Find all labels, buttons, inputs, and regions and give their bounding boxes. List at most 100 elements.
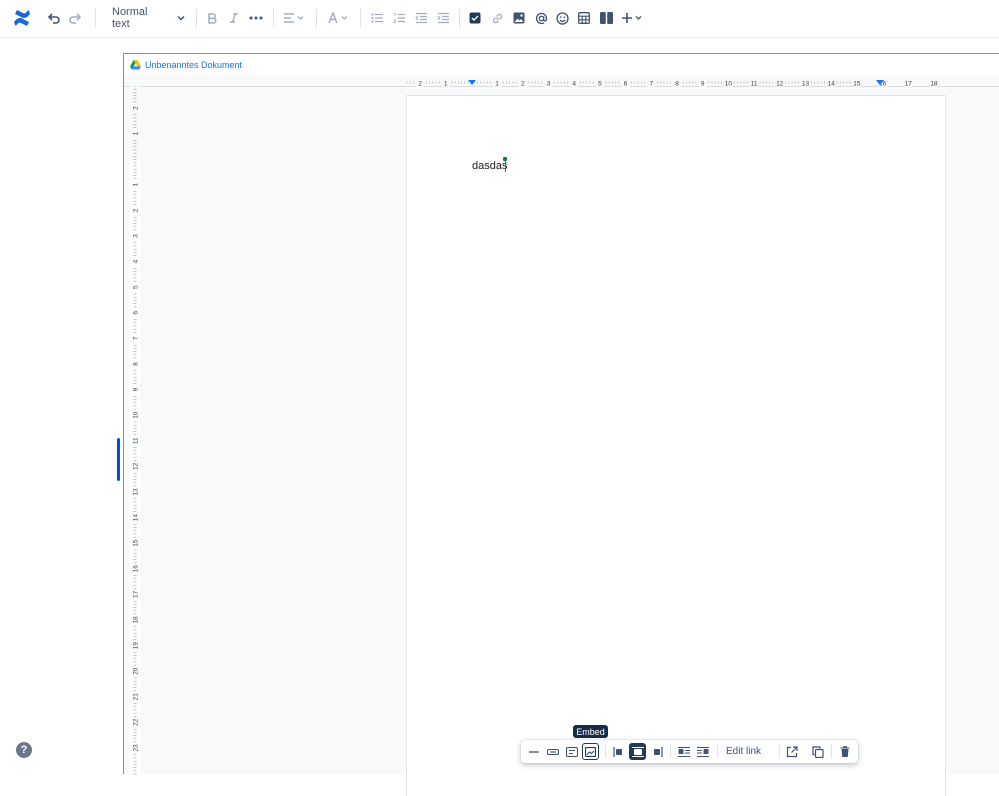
ruler-label: 7	[649, 81, 653, 88]
ruler-label: 8	[133, 362, 140, 366]
emoji-icon[interactable]	[554, 6, 570, 30]
link-icon[interactable]	[489, 6, 505, 30]
text-cursor	[505, 159, 506, 172]
italic-icon[interactable]	[226, 6, 242, 30]
ruler-label: 23	[133, 744, 140, 752]
document-body-text[interactable]: dasdas	[472, 160, 507, 172]
delete-icon[interactable]	[836, 743, 853, 760]
display-inline-icon[interactable]	[544, 743, 561, 760]
outdent-icon[interactable]	[413, 6, 429, 30]
ruler-label: 2	[133, 208, 140, 212]
ruler-label: 10	[725, 81, 733, 88]
toolbar-divider	[779, 745, 780, 758]
toolbar-divider	[670, 745, 671, 758]
editor-toolbar: Normal text	[0, 0, 999, 38]
ruler-label: 13	[133, 488, 140, 496]
chevron-down-icon	[177, 15, 185, 21]
ruler-label: 6	[133, 311, 140, 315]
horizontal-ruler-scale: 2 1 1 2 3 4 5 6 7 8 9 10 11 12 13 14 15 16 17 18	[406, 78, 938, 88]
ruler-label: 14	[828, 81, 836, 88]
align-icon[interactable]	[282, 6, 306, 30]
text-color-icon[interactable]	[326, 6, 350, 30]
ruler-label: 1	[133, 183, 140, 187]
table-icon[interactable]	[576, 6, 592, 30]
ruler-label: 9	[701, 81, 705, 88]
google-doc-embed[interactable]: Unbenanntes Dokument 2 1 1 2 3 4 5 6 7 8 9 10 11 12 13…	[123, 53, 999, 796]
confluence-logo-icon[interactable]	[11, 5, 33, 31]
ruler-label: 2	[418, 81, 422, 88]
toolbar-divider	[459, 9, 460, 27]
ruler-label: 11	[133, 437, 140, 444]
image-icon[interactable]	[511, 6, 527, 30]
ruler-label: 4	[572, 81, 576, 88]
bold-icon[interactable]	[204, 6, 220, 30]
ruler-label: 1	[444, 81, 448, 88]
ruler-label: 17	[133, 590, 140, 598]
ruler-label: 14	[133, 514, 140, 522]
document-page[interactable]: dasdas	[407, 96, 945, 796]
ruler-label: 5	[133, 285, 140, 289]
display-embed-icon[interactable]	[582, 743, 599, 760]
ruler-label: 12	[133, 462, 140, 470]
indent-icon[interactable]	[435, 6, 451, 30]
ruler-label: 2	[133, 106, 140, 110]
ruler-label: 21	[133, 693, 140, 701]
ruler-label: 12	[776, 81, 784, 88]
toolbar-divider	[831, 745, 832, 758]
copy-icon[interactable]	[809, 743, 826, 760]
ruler-label: 3	[133, 234, 140, 238]
ruler-label: 1	[495, 81, 499, 88]
align-center-icon[interactable]	[629, 743, 646, 760]
numbered-list-icon[interactable]	[391, 6, 407, 30]
ruler-label: 2	[521, 81, 525, 88]
doc-title-link[interactable]: Unbenanntes Dokument	[145, 60, 242, 70]
ruler-label: 6	[624, 81, 628, 88]
ruler-label: 5	[598, 81, 602, 88]
action-item-icon[interactable]	[467, 6, 483, 30]
selection-indicator	[117, 438, 120, 481]
embed-floating-toolbar: Edit link	[521, 740, 858, 763]
bullet-list-icon[interactable]	[369, 6, 385, 30]
ruler-label: 1	[133, 131, 140, 135]
toolbar-divider	[717, 745, 718, 758]
ruler-label: 4	[133, 259, 140, 263]
vertical-ruler-scale: 211234567891011121314151617181920212223	[130, 85, 140, 796]
ruler-label: 16	[133, 565, 140, 573]
text-style-label: Normal text	[112, 6, 148, 30]
more-formatting-icon[interactable]	[247, 6, 265, 30]
display-card-icon[interactable]	[563, 743, 580, 760]
open-in-new-window-icon[interactable]	[783, 743, 800, 760]
toolbar-divider	[196, 9, 197, 27]
ruler-label: 8	[675, 81, 679, 88]
ruler-label: 13	[802, 81, 810, 88]
ruler-label: 17	[905, 81, 913, 88]
toolbar-divider	[605, 745, 606, 758]
align-left-icon[interactable]	[610, 743, 627, 760]
insert-more-icon[interactable]	[621, 6, 645, 30]
undo-icon[interactable]	[46, 6, 62, 30]
wrap-left-icon[interactable]	[675, 743, 692, 760]
toolbar-divider	[95, 9, 96, 27]
embed-header: Unbenanntes Dokument	[124, 54, 999, 75]
display-url-icon[interactable]	[525, 743, 542, 760]
help-button[interactable]: ?	[16, 742, 32, 758]
google-drive-icon	[130, 59, 141, 69]
ruler-label: 22	[133, 718, 140, 726]
wrap-right-icon[interactable]	[694, 743, 711, 760]
align-right-icon[interactable]	[648, 743, 665, 760]
text-style-dropdown[interactable]: Normal text	[104, 6, 186, 30]
toolbar-divider	[316, 9, 317, 27]
ruler-label: 20	[133, 667, 140, 675]
left-indent-marker[interactable]	[468, 80, 476, 85]
layouts-icon[interactable]	[598, 6, 614, 30]
ruler-label: 15	[853, 81, 861, 88]
ruler-label: 10	[133, 411, 140, 419]
ruler-label: 11	[751, 81, 758, 88]
ruler-label: 3	[547, 81, 551, 88]
embed-tooltip: Embed	[573, 725, 608, 738]
ruler-label: 19	[133, 642, 140, 650]
ruler-label: 18	[930, 81, 938, 88]
edit-link-button[interactable]: Edit link	[726, 743, 761, 760]
redo-icon[interactable]	[67, 6, 83, 30]
mention-icon[interactable]	[533, 6, 549, 30]
